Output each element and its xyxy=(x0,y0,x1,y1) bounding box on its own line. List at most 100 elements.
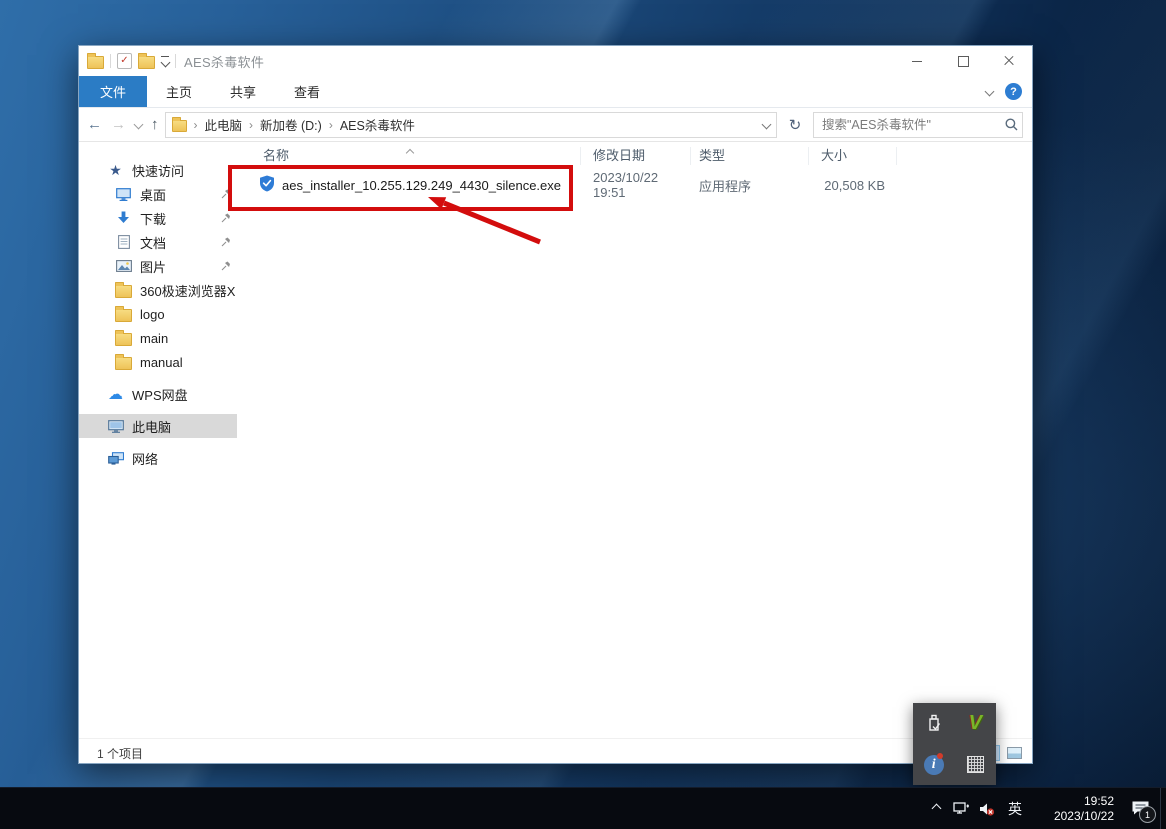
clock-time: 19:52 xyxy=(1083,793,1114,808)
grid-tray-button[interactable] xyxy=(955,744,997,785)
network-tray-button[interactable] xyxy=(948,788,974,829)
search-box xyxy=(813,111,1023,138)
sidebar-item-quick-access[interactable]: ★ 快速访问 xyxy=(79,158,237,182)
thumbnail-view-button[interactable] xyxy=(1004,745,1024,761)
column-header-size[interactable]: 大小 xyxy=(809,147,897,165)
refresh-button[interactable]: ↻ xyxy=(783,116,807,134)
action-center-button[interactable]: 1 xyxy=(1120,788,1160,829)
sidebar-item-documents[interactable]: 文档 xyxy=(79,230,237,254)
up-icon[interactable]: ↑ xyxy=(151,116,159,133)
minimize-icon xyxy=(912,60,922,62)
column-header-type[interactable]: 类型 xyxy=(691,147,809,165)
address-breadcrumb[interactable]: › 此电脑 › 新加卷 (D:) › AES杀毒软件 xyxy=(164,111,777,138)
sidebar-item-label: 桌面 xyxy=(140,187,167,203)
window-title: AES杀毒软件 xyxy=(184,54,265,70)
folder-icon xyxy=(115,354,132,370)
breadcrumb-separator: › xyxy=(328,117,333,132)
recent-locations-icon[interactable] xyxy=(133,119,144,130)
sidebar-item-label: 下载 xyxy=(140,211,167,227)
divider xyxy=(110,54,111,68)
network-tray-icon xyxy=(952,801,969,814)
new-folder-icon[interactable] xyxy=(138,53,155,69)
info-tray-button[interactable]: i xyxy=(913,744,955,785)
column-header-modified[interactable]: 修改日期 xyxy=(581,147,691,165)
sidebar-item-label: 360极速浏览器X下载 xyxy=(140,283,236,299)
properties-check-icon[interactable]: ✓ xyxy=(117,53,132,69)
folder-icon xyxy=(115,306,132,322)
desktop-icon xyxy=(115,186,132,202)
ime-label: 英 xyxy=(1008,800,1022,817)
usb-drive-tray-button[interactable] xyxy=(913,703,955,744)
sidebar-item-360-browser-download[interactable]: 360极速浏览器X下载 xyxy=(79,278,237,302)
maximize-icon xyxy=(957,55,969,67)
tab-view[interactable]: 查看 xyxy=(275,76,339,107)
sidebar-item-this-pc[interactable]: 此电脑 xyxy=(79,414,237,438)
help-icon[interactable]: ? xyxy=(1005,83,1022,100)
sidebar-item-desktop[interactable]: 桌面 xyxy=(79,182,237,206)
sidebar-item-label: 图片 xyxy=(140,259,167,275)
navigation-pane: ★ 快速访问 桌面 下载 文档 图片 360极速浏览器X logo main m… xyxy=(79,142,237,738)
clock-date: 2023/10/22 xyxy=(1053,808,1114,823)
tab-share[interactable]: 共享 xyxy=(211,76,275,107)
speaker-muted-icon xyxy=(980,803,995,816)
chevron-up-icon xyxy=(931,803,941,814)
pin-icon xyxy=(221,259,231,274)
file-modified-date: 2023/10/22 19:51 xyxy=(593,170,659,200)
sidebar-item-main[interactable]: main xyxy=(79,326,237,350)
folder-icon xyxy=(115,330,132,346)
address-dropdown-icon[interactable] xyxy=(761,119,772,130)
sidebar-item-pictures[interactable]: 图片 xyxy=(79,254,237,278)
thumbnail-view-icon xyxy=(1006,747,1022,759)
back-icon[interactable]: ← xyxy=(87,116,102,133)
tray-overflow-flyout: V i xyxy=(913,703,996,785)
file-type: 应用程序 xyxy=(699,178,752,194)
folder-icon xyxy=(171,117,187,132)
breadcrumb-separator: › xyxy=(249,117,254,132)
forward-icon[interactable]: → xyxy=(111,116,126,133)
star-icon: ★ xyxy=(109,161,122,178)
ribbon-tabs: 文件 主页 共享 查看 ? xyxy=(79,76,1032,108)
sidebar-item-label: 此电脑 xyxy=(132,419,172,435)
info-icon: i xyxy=(923,752,944,775)
sidebar-item-network[interactable]: 网络 xyxy=(79,446,237,470)
close-button[interactable] xyxy=(986,46,1032,76)
sidebar-item-label: 文档 xyxy=(140,235,167,251)
breadcrumb-drive-d[interactable]: 新加卷 (D:) xyxy=(260,115,322,134)
sidebar-item-manual[interactable]: manual xyxy=(79,350,237,374)
title-bar: ✓ AES杀毒软件 xyxy=(79,46,1032,76)
ribbon-collapse-icon[interactable] xyxy=(984,86,995,97)
show-hidden-icons-button[interactable] xyxy=(924,788,948,829)
clock[interactable]: 19:52 2023/10/22 xyxy=(1030,788,1120,829)
sidebar-item-wps-cloud[interactable]: ☁ WPS网盘 xyxy=(79,382,237,406)
search-icon[interactable] xyxy=(1000,118,1022,131)
status-bar: 1 个项目 xyxy=(79,738,1032,767)
search-input[interactable] xyxy=(814,117,1000,132)
sidebar-item-downloads[interactable]: 下载 xyxy=(79,206,237,230)
file-list-pane: 名称 修改日期 类型 大小 aes_installer_10.255.129.2… xyxy=(237,142,1032,738)
sidebar-item-label: 快速访问 xyxy=(132,163,185,179)
minimize-button[interactable] xyxy=(894,46,940,76)
customize-toolbar-dropdown-icon[interactable] xyxy=(160,55,170,68)
tab-home[interactable]: 主页 xyxy=(147,76,211,107)
sidebar-item-label: main xyxy=(140,330,169,346)
item-count: 1 个项目 xyxy=(97,746,144,761)
file-size: 20,508 KB xyxy=(824,177,885,193)
close-icon xyxy=(1003,55,1015,67)
breadcrumb-current-folder[interactable]: AES杀毒软件 xyxy=(340,115,415,134)
green-v-icon: V xyxy=(968,712,982,734)
network-icon xyxy=(107,450,124,466)
notification-badge: 1 xyxy=(1139,806,1156,823)
maximize-button[interactable] xyxy=(940,46,986,76)
sidebar-item-logo[interactable]: logo xyxy=(79,302,237,326)
ime-indicator[interactable]: 英 xyxy=(1000,788,1030,829)
sort-ascending-icon xyxy=(405,144,415,159)
volume-tray-button[interactable] xyxy=(974,788,1000,829)
antivirus-tray-button[interactable]: V xyxy=(955,703,997,744)
tab-file[interactable]: 文件 xyxy=(79,76,148,107)
breadcrumb-this-pc[interactable]: 此电脑 xyxy=(205,115,243,134)
breadcrumb-separator: › xyxy=(193,117,198,132)
navigation-buttons: ← → ↑ xyxy=(87,116,159,133)
usb-drive-icon xyxy=(929,714,940,731)
document-icon xyxy=(115,234,132,250)
show-desktop-button[interactable] xyxy=(1160,788,1166,829)
